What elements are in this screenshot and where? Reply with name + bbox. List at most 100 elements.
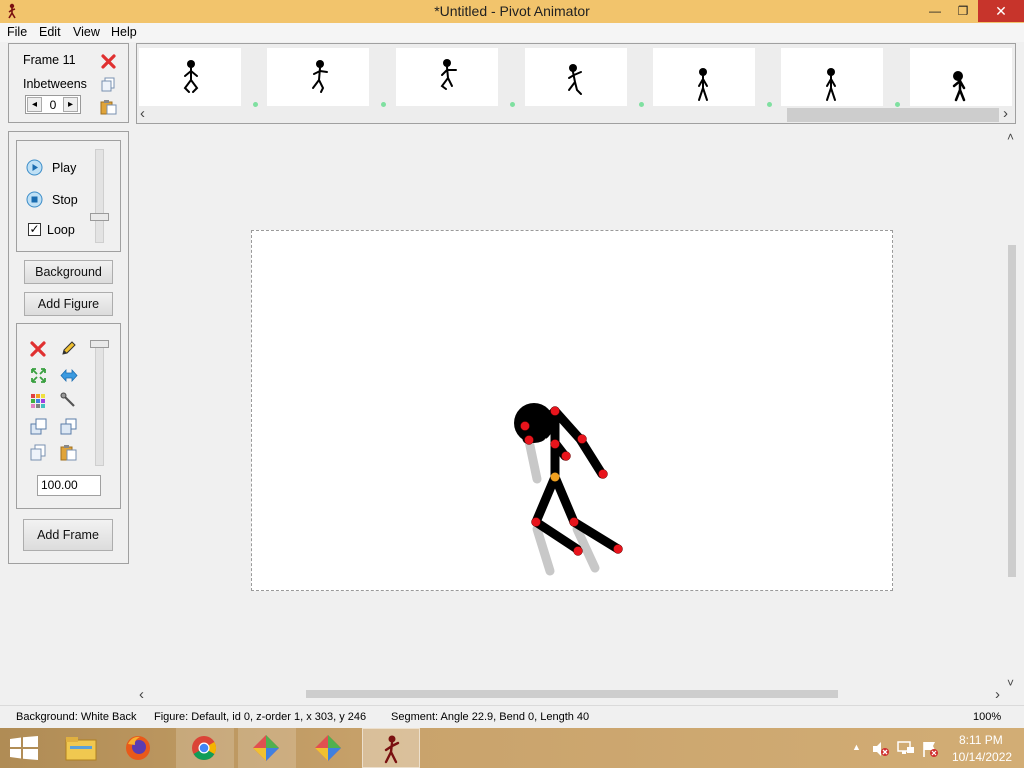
play-icon[interactable]	[26, 159, 43, 176]
add-frame-button[interactable]: Add Frame	[23, 519, 113, 551]
figure-scale-slider-thumb[interactable]	[90, 340, 109, 348]
scroll-right-icon[interactable]: ›	[995, 686, 1000, 703]
status-segment: Segment: Angle 22.9, Bend 0, Length 40	[391, 711, 590, 723]
play-label[interactable]: Play	[52, 161, 76, 175]
menu-edit[interactable]: Edit	[39, 25, 61, 39]
loop-label[interactable]: Loop	[47, 223, 75, 237]
head	[514, 403, 554, 443]
strip-scrollbar-thumb[interactable]	[787, 108, 999, 122]
frame-label: Frame 11	[23, 53, 76, 67]
frame-thumbnail[interactable]	[396, 48, 498, 106]
figure-scale-slider-track[interactable]	[95, 340, 104, 466]
status-background: Background: White Back	[16, 711, 137, 723]
joint-handle	[613, 544, 623, 554]
taskbar-app-1[interactable]	[238, 728, 296, 768]
volume-muted-icon[interactable]	[872, 741, 890, 757]
send-back-icon[interactable]	[60, 418, 77, 435]
frame-marker	[381, 102, 386, 107]
loop-checkbox[interactable]: ✓	[28, 223, 41, 236]
frame-thumbnail[interactable]	[139, 48, 241, 106]
stop-icon[interactable]	[26, 191, 43, 208]
add-figure-button[interactable]: Add Figure	[24, 292, 113, 316]
horizontal-scrollbar-thumb[interactable]	[306, 690, 838, 698]
scroll-up-icon[interactable]: ˄	[1007, 130, 1014, 144]
delete-figure-icon[interactable]	[30, 341, 46, 357]
animation-canvas[interactable]	[251, 230, 893, 591]
inbetweens-label: Inbetweens	[23, 77, 87, 91]
menu-file[interactable]: File	[7, 25, 27, 39]
stick-figure-thumb	[698, 68, 708, 101]
app-diamond-icon	[253, 735, 279, 761]
copy-frame-icon[interactable]	[101, 77, 116, 92]
speed-slider-track[interactable]	[95, 149, 104, 243]
background-button[interactable]: Background	[24, 260, 113, 284]
joint-handle	[577, 434, 587, 444]
frame-info-panel: Frame 11 Inbetweens ◂ 0 ▸	[8, 43, 129, 123]
strip-scroll-left-icon[interactable]: ‹	[140, 105, 145, 122]
stick-figure-thumb	[183, 60, 199, 93]
joint-handle	[561, 451, 571, 461]
taskbar: ▲ 8:11 PM 10/14/2022	[0, 728, 1024, 768]
menu-view[interactable]: View	[73, 25, 100, 39]
status-figure: Figure: Default, id 0, z-order 1, x 303,…	[154, 711, 367, 723]
figure-tools-group: 100.00	[16, 323, 121, 509]
action-center-icon[interactable]	[921, 740, 939, 758]
flip-icon[interactable]	[60, 367, 78, 384]
stick-figure-thumb	[440, 59, 457, 90]
scroll-left-icon[interactable]: ‹	[139, 686, 144, 703]
frame-marker	[767, 102, 772, 107]
joint-handle	[598, 469, 608, 479]
scale-icon[interactable]	[30, 367, 47, 384]
stick-figure-thumb	[826, 68, 836, 101]
start-button-icon[interactable]	[10, 736, 38, 760]
frame-thumbnail[interactable]	[781, 48, 883, 106]
pivot-app-icon	[384, 735, 400, 764]
clock-time[interactable]: 8:11 PM	[959, 733, 1003, 747]
title-bar: *Untitled - Pivot Animator — ❐ ✕	[0, 0, 1024, 23]
network-icon[interactable]	[897, 740, 915, 758]
tray-expand-icon[interactable]: ▲	[852, 742, 861, 752]
tools-panel: Play Stop ✓ Loop Background Add Figure 1…	[8, 131, 129, 564]
inbetweens-stepper[interactable]: ◂ 0 ▸	[25, 95, 81, 114]
frame-thumbnail[interactable]	[267, 48, 369, 106]
vertical-scrollbar-thumb[interactable]	[1008, 245, 1016, 577]
status-zoom: 100%	[973, 711, 1002, 723]
joint-handle	[573, 546, 583, 556]
joint-tool-icon[interactable]	[60, 392, 77, 409]
taskbar-pivot-animator[interactable]	[362, 728, 420, 768]
taskbar-app-2[interactable]	[300, 728, 358, 768]
paste-frame-icon[interactable]	[100, 99, 117, 115]
close-button[interactable]: ✕	[978, 0, 1024, 22]
taskbar-firefox[interactable]	[110, 728, 168, 768]
inbetweens-value[interactable]: 0	[46, 98, 60, 112]
stepper-up-button[interactable]: ▸	[63, 97, 78, 112]
taskbar-file-explorer[interactable]	[52, 728, 110, 768]
stop-label[interactable]: Stop	[52, 193, 78, 207]
bring-front-icon[interactable]	[30, 418, 47, 435]
frame-marker	[639, 102, 644, 107]
clock-date[interactable]: 10/14/2022	[952, 750, 1012, 764]
stepper-down-button[interactable]: ◂	[27, 97, 42, 112]
stick-figure-thumb	[568, 64, 582, 95]
joint-handle	[531, 517, 541, 527]
frame-thumbnail[interactable]	[910, 48, 1012, 106]
chrome-icon	[192, 736, 217, 760]
scale-input[interactable]: 100.00	[37, 475, 101, 496]
taskbar-chrome[interactable]	[176, 728, 234, 768]
color-icon[interactable]	[30, 393, 46, 409]
stick-figure[interactable]	[252, 231, 892, 590]
menu-help[interactable]: Help	[111, 25, 137, 39]
strip-scroll-right-icon[interactable]: ›	[1003, 105, 1008, 122]
frame-thumbnail[interactable]	[525, 48, 627, 106]
paste-figure-icon[interactable]	[60, 444, 77, 461]
speed-slider-thumb[interactable]	[90, 213, 109, 221]
frame-marker	[253, 102, 258, 107]
stick-figure-thumb	[952, 71, 966, 102]
frame-thumbnail[interactable]	[653, 48, 755, 106]
pencil-icon[interactable]	[60, 340, 77, 357]
maximize-button[interactable]: ❐	[948, 0, 978, 22]
copy-figure-icon[interactable]	[30, 444, 47, 461]
scroll-down-icon[interactable]: ˅	[1007, 676, 1014, 690]
minimize-button[interactable]: —	[918, 0, 952, 22]
delete-frame-icon[interactable]	[101, 54, 116, 69]
